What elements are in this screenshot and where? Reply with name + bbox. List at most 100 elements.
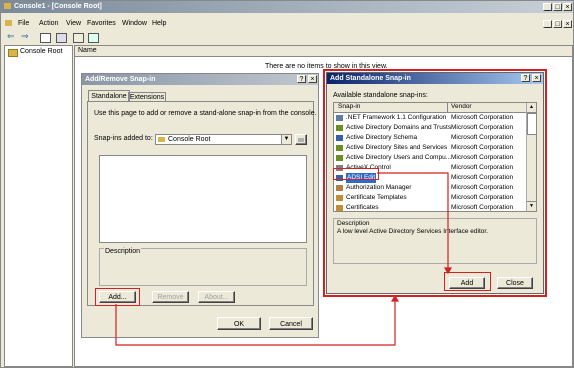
- cancel-button[interactable]: Cancel: [269, 317, 313, 330]
- scrollbar[interactable]: ▲ ▼: [526, 103, 536, 211]
- menu-console-icon: [5, 20, 12, 26]
- snapin-vendor: Microsoft Corporation: [451, 134, 514, 141]
- add-remove-title: Add/Remove Snap-in: [85, 76, 156, 83]
- console-root-folder-icon: [158, 137, 165, 142]
- tree-item-console-root[interactable]: Console Root: [20, 48, 62, 55]
- tab-panel: Use this page to add or remove a stand-a…: [87, 101, 317, 306]
- net-config-icon: [336, 115, 343, 121]
- mmc-title: Console1 - [Console Root]: [14, 3, 102, 10]
- snapin-vendor: Microsoft Corporation: [451, 144, 514, 151]
- help-icon[interactable]: [88, 33, 99, 43]
- ok-label: OK: [233, 321, 245, 328]
- standalone-help-button[interactable]: ?: [521, 74, 530, 82]
- mmc-app-icon: [4, 3, 11, 10]
- menu-window[interactable]: Window: [122, 20, 147, 27]
- menu-view[interactable]: View: [66, 20, 81, 27]
- browse-folder-button[interactable]: [295, 134, 307, 145]
- forward-icon[interactable]: ⇒: [21, 31, 29, 42]
- child-minimize-button[interactable]: _: [543, 20, 552, 28]
- chevron-down-icon[interactable]: ▼: [281, 135, 291, 144]
- cert-templates-icon: [336, 195, 343, 201]
- snapin-row[interactable]: Active Directory Schema Microsoft Corpora…: [334, 133, 528, 143]
- ad-sites-icon: [336, 145, 343, 151]
- snapin-name: Active Directory Sites and Services: [346, 144, 448, 151]
- snapin-row[interactable]: Active Directory Users and Compu... Micro…: [334, 153, 528, 163]
- instructions-text: Use this page to add or remove a stand-a…: [94, 110, 317, 117]
- ad-users-icon: [336, 155, 343, 161]
- scroll-up-icon[interactable]: ▲: [527, 103, 536, 113]
- standalone-close-dialog-button[interactable]: Close: [497, 277, 533, 289]
- description-group: Description: [99, 248, 307, 286]
- standalone-dialog: Add Standalone Snap-in ? × Available sta…: [326, 72, 544, 294]
- snapin-row[interactable]: Active Directory Sites and Services Micro…: [334, 143, 528, 153]
- show-tree-icon[interactable]: [40, 33, 51, 43]
- menu-bar: File Action View Favorites Window Help _…: [1, 15, 573, 28]
- add-remove-close-button[interactable]: ×: [308, 75, 317, 83]
- snapin-name: Active Directory Domains and Trusts: [346, 124, 452, 131]
- close-button[interactable]: ×: [563, 3, 572, 11]
- child-close-button[interactable]: ×: [563, 20, 572, 28]
- scroll-thumb[interactable]: [527, 113, 536, 135]
- snapin-name: Certificate Templates: [346, 194, 407, 201]
- available-label: Available standalone snap-ins:: [333, 92, 428, 99]
- snapin-vendor: Microsoft Corporation: [451, 174, 514, 181]
- add-remove-help-button[interactable]: ?: [297, 75, 306, 83]
- snapin-row[interactable]: Certificates Microsoft Corporation: [334, 203, 528, 211]
- tab-standalone-label: Standalone: [91, 93, 127, 100]
- maximize-button[interactable]: □: [553, 3, 562, 11]
- column-snapin[interactable]: Snap-in: [338, 103, 360, 110]
- back-icon[interactable]: ⇐: [7, 31, 15, 42]
- column-name-label: Name: [78, 47, 97, 54]
- description-label: Description: [104, 248, 142, 255]
- snapins-added-label: Snap-ins added to:: [94, 135, 153, 142]
- minimize-button[interactable]: _: [543, 3, 552, 11]
- snapins-list[interactable]: [99, 155, 307, 243]
- properties-icon[interactable]: [73, 33, 84, 43]
- about-label: About...: [204, 294, 229, 301]
- ok-button[interactable]: OK: [217, 317, 261, 330]
- column-header-name[interactable]: Name: [75, 46, 572, 57]
- standalone-description-label: Description: [337, 220, 370, 227]
- remove-label: Remove: [157, 294, 184, 301]
- menu-file[interactable]: File: [18, 20, 29, 27]
- column-vendor[interactable]: Vendor: [451, 103, 472, 110]
- standalone-description-text: A low level Active Directory Services In…: [337, 228, 489, 235]
- adsi-edit-highlight: [333, 168, 379, 180]
- scroll-down-icon[interactable]: ▼: [527, 201, 536, 211]
- folder-icon: [298, 138, 304, 142]
- menu-help[interactable]: Help: [152, 20, 166, 27]
- snapins-added-dropdown[interactable]: Console Root ▼: [155, 134, 292, 145]
- snapin-row[interactable]: Active Directory Domains and Trusts Micro…: [334, 123, 528, 133]
- tree-pane: Console Root: [4, 45, 73, 367]
- standalone-close-label: Close: [506, 280, 524, 287]
- menu-favorites[interactable]: Favorites: [87, 20, 116, 27]
- ad-schema-icon: [336, 135, 343, 141]
- mmc-titlebar: Console1 - [Console Root]: [1, 1, 573, 13]
- child-restore-button[interactable]: □: [553, 20, 562, 28]
- snapin-row[interactable]: Authorization Manager Microsoft Corporati…: [334, 183, 528, 193]
- authorization-icon: [336, 185, 343, 191]
- console-root-icon: [8, 49, 18, 57]
- snapin-name: .NET Framework 1.1 Configuration: [346, 114, 447, 121]
- standalone-close-button[interactable]: ×: [532, 74, 541, 82]
- snapin-name: Authorization Manager: [346, 184, 412, 191]
- snapin-rows: .NET Framework 1.1 Configuration Microsof…: [334, 113, 528, 211]
- add-button-highlight: [95, 288, 140, 306]
- standalone-title: Add Standalone Snap-in: [330, 75, 411, 82]
- snapin-vendor: Microsoft Corporation: [451, 194, 514, 201]
- add-remove-titlebar: Add/Remove Snap-in: [82, 74, 318, 85]
- menu-action[interactable]: Action: [39, 20, 58, 27]
- remove-button[interactable]: Remove: [152, 291, 189, 303]
- snapin-vendor: Microsoft Corporation: [451, 184, 514, 191]
- snapin-row[interactable]: Certificate Templates Microsoft Corporati…: [334, 193, 528, 203]
- standalone-titlebar: Add Standalone Snap-in: [327, 73, 543, 84]
- cancel-label: Cancel: [280, 321, 302, 328]
- up-level-icon[interactable]: [56, 33, 67, 43]
- snapin-row[interactable]: .NET Framework 1.1 Configuration Microsof…: [334, 113, 528, 123]
- snapin-table[interactable]: Snap-in Vendor .NET Framework 1.1 Config…: [333, 102, 537, 212]
- about-button[interactable]: About...: [198, 291, 235, 303]
- snapin-name: Active Directory Users and Compu...: [346, 154, 452, 161]
- column-divider: [447, 103, 448, 112]
- snapins-added-value: Console Root: [168, 136, 211, 143]
- snapin-vendor: Microsoft Corporation: [451, 204, 514, 211]
